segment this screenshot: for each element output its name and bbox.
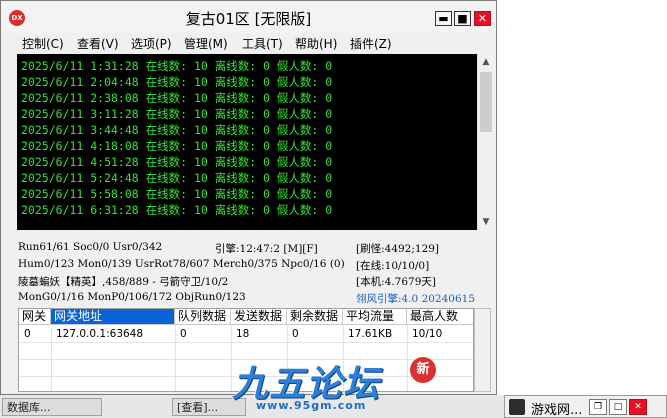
restore-icon[interactable]: ❐ (589, 399, 607, 415)
scroll-up-icon[interactable]: ▲ (478, 54, 494, 70)
menu-control[interactable]: 控制(C) (22, 35, 64, 52)
table-cell[interactable]: 0 (175, 326, 187, 342)
menu-bar: 控制(C) 查看(V) 选项(P) 管理(M) 工具(T) 帮助(H) 插件(Z… (1, 33, 496, 53)
column-header-traffic[interactable]: 平均流量 (343, 309, 407, 325)
taskbar-label: 游戏网... (531, 403, 583, 418)
table-cell[interactable]: 127.0.0.1:63648 (51, 326, 143, 342)
status-engine-time: 引擎:12:47:2 [M][F] (215, 243, 318, 255)
log-line: 2025/6/11 4:51:28 在线数: 10 离线数: 0 假人数: 0 (21, 155, 333, 169)
status-panel: Run61/61 Soc0/0 Usr0/342 引擎:12:47:2 [M][… (1, 237, 496, 307)
log-line: 2025/6/11 2:38:08 在线数: 10 离线数: 0 假人数: 0 (21, 91, 333, 105)
log-line: 2025/6/11 2:04:48 在线数: 10 离线数: 0 假人数: 0 (21, 75, 333, 89)
window-title: 复古01区 [无限版] (185, 10, 312, 28)
log-line: 2025/6/11 6:31:28 在线数: 10 离线数: 0 假人数: 0 (21, 203, 333, 217)
watermark-url: www.95gm.com (256, 399, 367, 412)
maximize-icon[interactable]: □ (609, 399, 627, 415)
status-mongo: MonG0/1/16 MonP0/106/172 ObjRun0/123 (18, 291, 246, 303)
forum-watermark-logo: 九五论坛 新 www.95gm.com (232, 355, 442, 415)
log-scrollbar[interactable]: ▲ ▼ (477, 54, 494, 230)
table-cell[interactable]: 0 (19, 326, 31, 342)
column-header-queue[interactable]: 队列数据 (175, 309, 231, 325)
log-line: 2025/6/11 5:58:08 在线数: 10 离线数: 0 假人数: 0 (21, 187, 333, 201)
column-divider (51, 325, 52, 391)
table-cell[interactable]: 10/10 (407, 326, 442, 342)
status-hum: Hum0/123 Mon0/139 UsrRot78/607 Merch0/37… (18, 258, 345, 270)
column-header-address[interactable]: 网关地址 (51, 309, 175, 325)
menu-help[interactable]: 帮助(H) (295, 35, 337, 52)
log-line: 2025/6/11 3:44:48 在线数: 10 离线数: 0 假人数: 0 (21, 123, 333, 137)
log-line: 2025/6/11 5:24:48 在线数: 10 离线数: 0 假人数: 0 (21, 171, 333, 185)
scroll-thumb[interactable] (480, 72, 492, 132)
menu-tools[interactable]: 工具(T) (242, 35, 283, 52)
menu-options[interactable]: 选项(P) (131, 35, 172, 52)
column-divider (175, 325, 176, 391)
menu-plugins[interactable]: 插件(Z) (350, 35, 392, 52)
table-cell[interactable]: 17.61KB (343, 326, 392, 342)
log-line: 2025/6/11 1:31:28 在线数: 10 离线数: 0 假人数: 0 (21, 59, 333, 73)
status-online: [在线:10/10/0] (356, 260, 430, 272)
status-engine-version: 翎风引擎:4.0 20240615 (356, 293, 476, 305)
close-icon[interactable]: ✕ (629, 399, 647, 415)
status-refresh: [刷怪:4492;129] (356, 243, 440, 255)
status-run: Run61/61 Soc0/0 Usr0/342 (18, 241, 163, 253)
watermark-seal: 新 (410, 357, 436, 383)
title-bar: DX 复古01区 [无限版] ▬ ■ ✕ (1, 1, 496, 33)
status-local: [本机:4.7679天] (356, 276, 436, 288)
minimize-button[interactable]: ▬ (435, 11, 452, 26)
close-button[interactable]: ✕ (474, 11, 491, 26)
game-network-icon (509, 399, 525, 415)
scroll-down-icon[interactable]: ▼ (478, 214, 494, 230)
status-boss: 陵墓蝙妖【精英】,458/889 - 弓箭守卫/10/2 (18, 276, 229, 288)
table-cell[interactable]: 0 (287, 326, 299, 342)
taskbar-item-database[interactable]: 数据库... (2, 398, 102, 416)
table-cell[interactable]: 18 (231, 326, 249, 342)
maximize-button[interactable]: ■ (454, 11, 471, 26)
row-divider (19, 342, 473, 343)
log-console: 2025/6/11 1:31:28 在线数: 10 离线数: 0 假人数: 0 … (17, 54, 478, 230)
column-header-remaining[interactable]: 剩余数据 (287, 309, 343, 325)
menu-view[interactable]: 查看(V) (77, 35, 119, 52)
column-header-sent[interactable]: 发送数据 (231, 309, 287, 325)
table-scrollbar[interactable] (474, 308, 491, 392)
log-line: 2025/6/11 3:11:28 在线数: 10 离线数: 0 假人数: 0 (21, 107, 333, 121)
menu-manage[interactable]: 管理(M) (184, 35, 228, 52)
taskbar-item-game-network[interactable]: 游戏网... ❐ □ ✕ (504, 395, 667, 418)
column-header-gateway[interactable]: 网关 (19, 309, 51, 325)
log-line: 2025/6/11 4:18:08 在线数: 10 离线数: 0 假人数: 0 (21, 139, 333, 153)
column-header-max-players[interactable]: 最高人数 (407, 309, 473, 325)
